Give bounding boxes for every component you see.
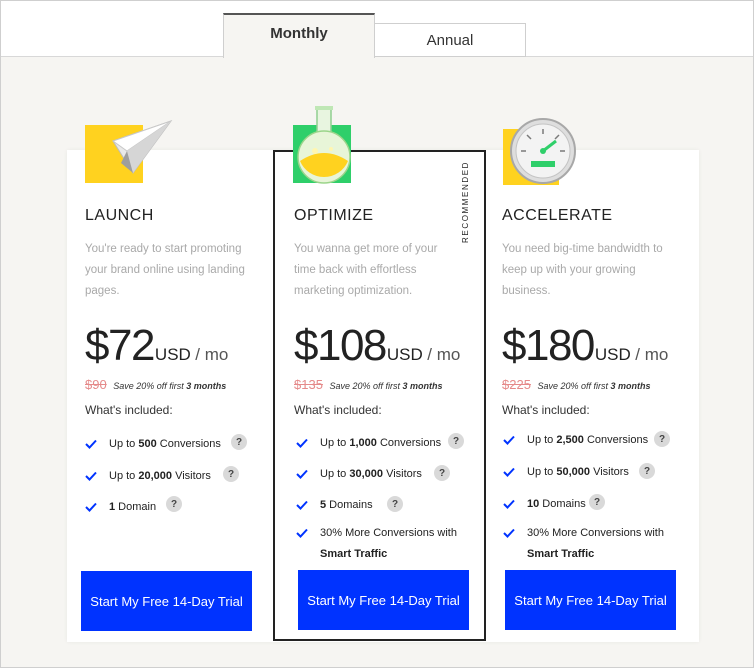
old-price: $135 [294,377,323,392]
help-tooltip-icon[interactable]: ? [639,463,655,479]
plan-description: You need big-time bandwidth to keep up w… [502,243,663,297]
help-tooltip-icon[interactable]: ? [448,433,464,449]
help-tooltip-icon[interactable]: ? [231,434,247,450]
start-trial-button[interactable]: Start My Free 14-Day Trial [81,571,252,631]
speedometer-icon [501,115,579,187]
save-text: Save 20% off first 3 months [537,381,651,391]
tab-monthly[interactable]: Monthly [223,13,375,58]
plan-price: $108USD / mo [294,321,460,371]
help-tooltip-icon[interactable]: ? [387,496,403,512]
old-price: $90 [85,377,107,392]
tab-annual[interactable]: Annual [374,23,526,57]
discount-row: $225 Save 20% off first 3 months [502,377,651,392]
price-amount: $108 [294,321,387,370]
check-icon [296,469,308,479]
plan-name: OPTIMIZE [294,207,374,224]
price-amount: $72 [85,321,155,370]
save-text: Save 20% off first 3 months [329,381,443,391]
included-label: What's included: [502,403,590,417]
help-tooltip-icon[interactable]: ? [654,431,670,447]
plan-name: ACCELERATE [502,207,613,224]
check-icon [296,438,308,448]
check-icon [503,435,515,445]
save-text: Save 20% off first 3 months [113,381,227,391]
price-period: / mo [635,345,669,364]
start-trial-button[interactable]: Start My Free 14-Day Trial [298,570,469,630]
old-price: $225 [502,377,531,392]
start-trial-button[interactable]: Start My Free 14-Day Trial [505,570,676,630]
plan-name: LAUNCH [85,207,154,224]
check-icon [85,471,97,481]
plan-description: You wanna get more of your time back wit… [294,243,438,297]
help-tooltip-icon[interactable]: ? [434,465,450,481]
check-icon [296,528,308,538]
recommended-badge: RECOMMENDED [461,160,470,244]
price-period: / mo [195,345,229,364]
price-currency: USD [594,345,631,364]
help-tooltip-icon[interactable]: ? [223,466,239,482]
check-icon [85,502,97,512]
price-currency: USD [386,345,423,364]
price-amount: $180 [502,321,595,370]
help-tooltip-icon[interactable]: ? [166,496,182,512]
pricing-page: Monthly Annual RECOMMENDED LAUNCH You're… [0,0,754,668]
check-icon [296,500,308,510]
included-label: What's included: [294,403,382,417]
discount-row: $135 Save 20% off first 3 months [294,377,443,392]
check-icon [85,439,97,449]
check-icon [503,467,515,477]
plan-price: $72USD / mo [85,321,228,371]
check-icon [503,499,515,509]
help-tooltip-icon[interactable]: ? [589,494,605,510]
price-period: / mo [427,345,461,364]
included-label: What's included: [85,403,173,417]
flask-icon [291,105,361,185]
plan-price: $180USD / mo [502,321,668,371]
discount-row: $90 Save 20% off first 3 months [85,377,226,392]
plan-description: You're ready to start promoting your bra… [85,243,245,297]
check-icon [503,528,515,538]
paper-plane-icon [85,119,175,183]
price-currency: USD [154,345,191,364]
